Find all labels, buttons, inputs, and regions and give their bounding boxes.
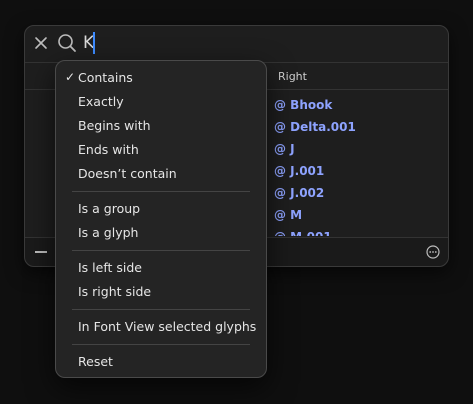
- menu-item-font-view-selected[interactable]: In Font View selected glyphs: [78, 319, 256, 335]
- menu-item-begins-with[interactable]: Begins with: [78, 118, 151, 134]
- menu-separator: [72, 191, 250, 192]
- close-icon[interactable]: [33, 35, 49, 51]
- menu-item-exactly[interactable]: Exactly: [78, 94, 124, 110]
- menu-separator: [72, 309, 250, 310]
- menu-separator: [72, 250, 250, 251]
- menu-item-is-right-side[interactable]: Is right side: [78, 284, 151, 300]
- list-item[interactable]: @ Delta.001: [274, 116, 444, 138]
- menu-item-contains[interactable]: Contains: [78, 70, 133, 86]
- more-icon[interactable]: [426, 245, 440, 259]
- menu-item-is-a-group[interactable]: Is a group: [78, 201, 140, 217]
- list-item[interactable]: @ J.001: [274, 160, 444, 182]
- filter-menu: ✓ Contains Exactly Begins with Ends with…: [55, 60, 267, 378]
- menu-item-reset[interactable]: Reset: [78, 354, 113, 370]
- kerning-list: @ Bhook @ Delta.001 @ J @ J.001 @ J.002 …: [274, 94, 444, 236]
- text-caret: [93, 32, 95, 54]
- search-bar: K: [25, 26, 448, 63]
- menu-item-is-left-side[interactable]: Is left side: [78, 260, 142, 276]
- minus-icon[interactable]: [35, 251, 47, 253]
- list-item[interactable]: @ Bhook: [274, 94, 444, 116]
- menu-item-ends-with[interactable]: Ends with: [78, 142, 139, 158]
- menu-separator: [72, 344, 250, 345]
- menu-item-is-a-glyph[interactable]: Is a glyph: [78, 225, 138, 241]
- checkmark-icon: ✓: [65, 70, 76, 84]
- list-item[interactable]: @ J: [274, 138, 444, 160]
- list-item[interactable]: @ M: [274, 204, 444, 226]
- column-right-label[interactable]: Right: [278, 70, 307, 83]
- list-item[interactable]: @ M.001: [274, 226, 444, 236]
- search-icon[interactable]: [57, 33, 77, 53]
- list-item[interactable]: @ J.002: [274, 182, 444, 204]
- menu-item-doesnt-contain[interactable]: Doesn’t contain: [78, 166, 177, 182]
